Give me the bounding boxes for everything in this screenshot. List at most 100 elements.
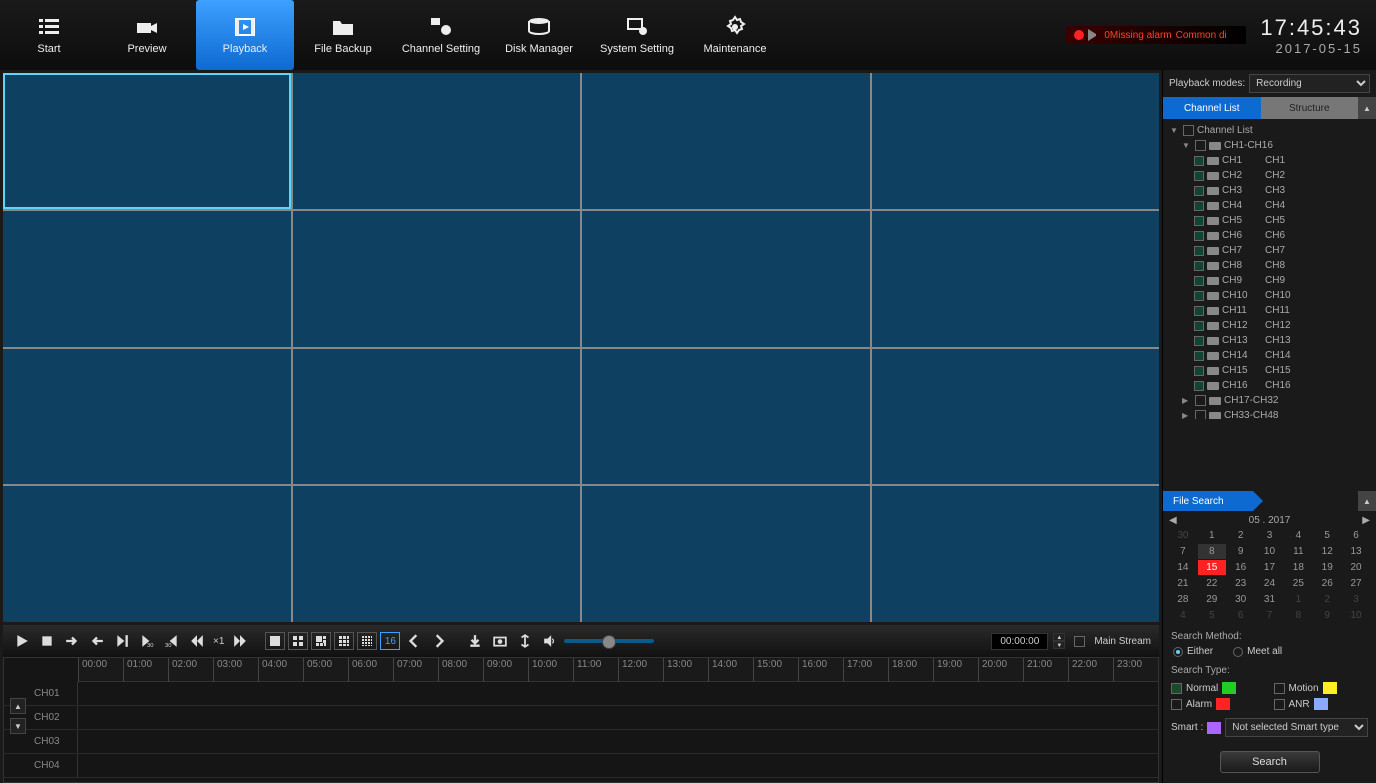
layout-16-num-button[interactable]: 16 (380, 632, 400, 650)
timeline-track[interactable] (78, 682, 1158, 705)
calendar-day[interactable]: 12 (1313, 544, 1341, 559)
calendar-day[interactable]: 18 (1284, 560, 1312, 575)
layout-9-button[interactable] (334, 632, 354, 650)
tree-row[interactable]: CH11 CH11 (1167, 303, 1372, 318)
nav-start[interactable]: Start (0, 0, 98, 70)
tree-row[interactable]: ▶ CH17-CH32 (1167, 393, 1372, 408)
timeline-row[interactable]: CH04 (4, 754, 1158, 778)
video-cell-1[interactable] (3, 73, 291, 209)
timeline-track[interactable] (78, 706, 1158, 729)
collapse-panel-button[interactable]: ▲ (1358, 97, 1376, 119)
tree-row[interactable]: CH16 CH16 (1167, 378, 1372, 393)
layout-4-button[interactable] (288, 632, 308, 650)
video-cell[interactable] (582, 486, 870, 622)
stop-button[interactable] (36, 630, 58, 652)
timeline-track[interactable] (78, 754, 1158, 777)
fullscreen-button[interactable] (514, 630, 536, 652)
tree-row[interactable]: CH12 CH12 (1167, 318, 1372, 333)
calendar-day[interactable]: 7 (1256, 608, 1284, 623)
calendar-day[interactable]: 4 (1284, 528, 1312, 543)
cal-prev-button[interactable]: ◀ (1169, 515, 1177, 526)
tree-row[interactable]: CH6 CH6 (1167, 228, 1372, 243)
radio-meetall[interactable]: Meet all (1233, 646, 1282, 657)
calendar-day[interactable]: 27 (1342, 576, 1370, 591)
calendar-day[interactable]: 10 (1256, 544, 1284, 559)
nav-maintenance[interactable]: Maintenance (686, 0, 784, 70)
timeline-up-button[interactable]: ▲ (10, 698, 26, 714)
calendar-day[interactable]: 9 (1313, 608, 1341, 623)
calendar-day[interactable]: 2 (1227, 528, 1255, 543)
calendar-day[interactable]: 10 (1342, 608, 1370, 623)
layout-1-button[interactable] (265, 632, 285, 650)
calendar-day[interactable]: 20 (1342, 560, 1370, 575)
tree-row[interactable]: CH4 CH4 (1167, 198, 1372, 213)
video-cell[interactable] (582, 349, 870, 485)
nav-systemsetting[interactable]: System Setting (588, 0, 686, 70)
calendar-day[interactable]: 4 (1169, 608, 1197, 623)
calendar-day[interactable]: 8 (1198, 544, 1226, 559)
calendar-day[interactable]: 29 (1198, 592, 1226, 607)
volume-button[interactable] (539, 630, 561, 652)
video-cell[interactable] (293, 211, 581, 347)
tree-row[interactable]: CH15 CH15 (1167, 363, 1372, 378)
calendar-day[interactable]: 26 (1313, 576, 1341, 591)
search-button[interactable]: Search (1220, 751, 1320, 773)
video-cell[interactable] (582, 73, 870, 209)
file-search-collapse-button[interactable]: ▲ (1358, 491, 1376, 511)
tab-channel-list[interactable]: Channel List (1163, 97, 1261, 119)
calendar-day[interactable]: 30 (1227, 592, 1255, 607)
calendar-day[interactable]: 30 (1169, 528, 1197, 543)
check-normal[interactable]: Normal (1171, 682, 1266, 694)
tree-row[interactable]: CH3 CH3 (1167, 183, 1372, 198)
calendar-day[interactable]: 1 (1198, 528, 1226, 543)
playback-mode-select[interactable]: Recording (1249, 74, 1370, 93)
calendar-day[interactable]: 6 (1227, 608, 1255, 623)
calendar-day[interactable]: 1 (1284, 592, 1312, 607)
check-alarm[interactable]: Alarm (1171, 698, 1266, 710)
calendar-day[interactable]: 3 (1342, 592, 1370, 607)
cal-month[interactable]: 05 (1249, 515, 1260, 526)
video-cell[interactable] (582, 211, 870, 347)
play-button[interactable] (11, 630, 33, 652)
next-page-button[interactable] (428, 630, 450, 652)
mainstream-checkbox[interactable] (1074, 636, 1085, 647)
check-anr[interactable]: ANR (1274, 698, 1369, 710)
layout-16-button[interactable] (357, 632, 377, 650)
tree-row[interactable]: CH10 CH10 (1167, 288, 1372, 303)
calendar-day[interactable]: 15 (1198, 560, 1226, 575)
tree-row[interactable]: CH14 CH14 (1167, 348, 1372, 363)
tree-row[interactable]: ▼ CH1-CH16 (1167, 138, 1372, 153)
cal-next-button[interactable]: ▶ (1362, 515, 1370, 526)
backward-button[interactable] (86, 630, 108, 652)
calendar-day[interactable]: 23 (1227, 576, 1255, 591)
layout-6-button[interactable] (311, 632, 331, 650)
calendar-day[interactable]: 14 (1169, 560, 1197, 575)
tab-structure[interactable]: Structure (1261, 97, 1359, 119)
calendar-day[interactable]: 5 (1313, 528, 1341, 543)
calendar-day[interactable]: 8 (1284, 608, 1312, 623)
video-cell[interactable] (3, 211, 291, 347)
cal-year[interactable]: 2017 (1268, 515, 1290, 526)
rewind-button[interactable] (186, 630, 208, 652)
video-cell[interactable] (872, 349, 1160, 485)
tree-row[interactable]: CH9 CH9 (1167, 273, 1372, 288)
time-ruler[interactable]: 00:0001:0002:0003:0004:0005:0006:0007:00… (78, 658, 1158, 682)
calendar-day[interactable]: 11 (1284, 544, 1312, 559)
step-30s-back-button[interactable]: 30 (161, 630, 183, 652)
calendar-day[interactable]: 5 (1198, 608, 1226, 623)
tree-row[interactable]: ▶ CH33-CH48 (1167, 408, 1372, 419)
calendar-day[interactable]: 2 (1313, 592, 1341, 607)
timeline-row[interactable]: CH02 (4, 706, 1158, 730)
smart-type-select[interactable]: Not selected Smart type (1225, 718, 1368, 737)
nav-channelsetting[interactable]: Channel Setting (392, 0, 490, 70)
calendar-day[interactable]: 25 (1284, 576, 1312, 591)
calendar-day[interactable]: 7 (1169, 544, 1197, 559)
snapshot-button[interactable] (489, 630, 511, 652)
video-cell[interactable] (872, 486, 1160, 622)
file-search-header[interactable]: File Search (1163, 491, 1253, 511)
calendar-day[interactable]: 19 (1313, 560, 1341, 575)
tree-row[interactable]: ▼ Channel List (1167, 123, 1372, 138)
nav-filebackup[interactable]: File Backup (294, 0, 392, 70)
step-30s-fwd-button[interactable]: 30 (136, 630, 158, 652)
timeline-row[interactable]: CH03 (4, 730, 1158, 754)
